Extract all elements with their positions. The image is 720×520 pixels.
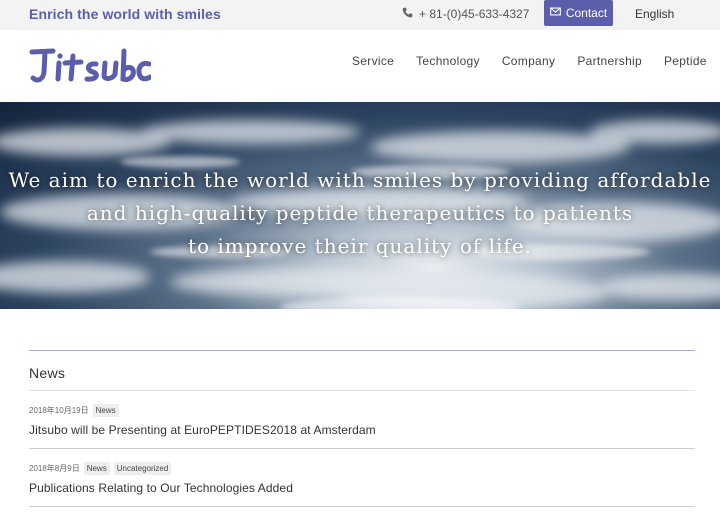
news-date: 2018年10月19日 (29, 406, 89, 415)
news-meta: 2018年8月9日 News Uncategorized (29, 449, 695, 475)
news-item: 2018年8月9日 News Uncategorized Publication… (29, 449, 695, 507)
news-title-link[interactable]: Jitsubo will be Presenting at EuroPEPTID… (29, 423, 695, 437)
nav-company[interactable]: Company (502, 54, 555, 68)
nav-technology[interactable]: Technology (416, 54, 480, 68)
news-tag[interactable]: News (83, 462, 110, 475)
phone-number[interactable]: + 81-(0)45-633-4327 (402, 7, 529, 21)
phone-text: + 81-(0)45-633-4327 (419, 7, 530, 21)
tagline: Enrich the world with smiles (29, 6, 221, 22)
news-heading: News (29, 351, 695, 391)
news-meta: 2018年10月19日 News (29, 391, 695, 417)
hero-banner: We aim to enrich the world with smiles b… (0, 102, 720, 309)
language-switch[interactable]: English (635, 7, 674, 21)
jitsubo-logo[interactable] (29, 46, 153, 86)
news-date: 2018年8月9日 (29, 464, 80, 473)
main-nav: Service Technology Company Partnership P… (352, 54, 707, 68)
news-title-link[interactable]: Publications Relating to Our Technologie… (29, 481, 695, 495)
news-tag[interactable]: Uncategorized (113, 462, 172, 475)
site-header: Service Technology Company Partnership P… (0, 30, 720, 102)
envelope-icon (549, 6, 561, 20)
phone-icon (402, 7, 413, 21)
nav-partnership[interactable]: Partnership (577, 54, 642, 68)
hero-headline: We aim to enrich the world with smiles b… (0, 164, 720, 263)
top-bar: Enrich the world with smiles + 81-(0)45-… (0, 0, 720, 30)
news-section: News 2018年10月19日 News Jitsubo will be Pr… (29, 350, 695, 507)
hero-line-2: and high-quality peptide therapeutics to… (86, 201, 634, 225)
contact-button[interactable]: Contact (544, 0, 613, 26)
news-item: 2018年10月19日 News Jitsubo will be Present… (29, 391, 695, 449)
nav-service[interactable]: Service (352, 54, 394, 68)
news-tag[interactable]: News (92, 404, 119, 417)
nav-peptide[interactable]: Peptide (664, 54, 707, 68)
hero-line-1: We aim to enrich the world with smiles b… (8, 168, 712, 192)
hero-line-3: to improve their quality of life. (187, 234, 533, 258)
contact-label: Contact (565, 6, 608, 20)
